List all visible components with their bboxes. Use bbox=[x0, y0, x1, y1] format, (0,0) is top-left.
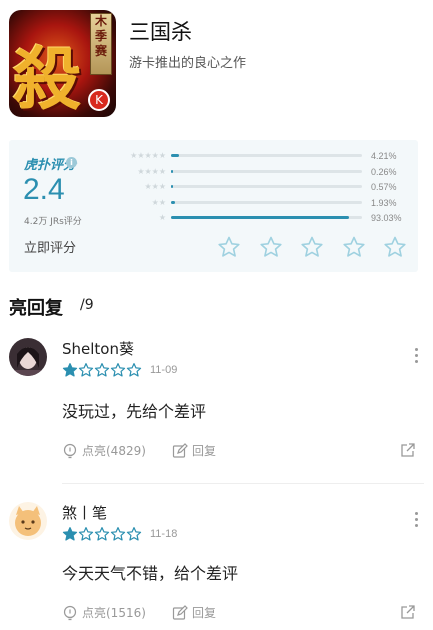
lightbulb-icon bbox=[63, 443, 77, 458]
comment-username[interactable]: 煞丨笔 bbox=[62, 502, 107, 523]
avatar[interactable] bbox=[9, 502, 47, 540]
edit-icon bbox=[172, 604, 188, 620]
comment-content: 今天天气不错，给个差评 bbox=[62, 564, 239, 583]
rating-count: 4.2万 JRs评分 bbox=[24, 217, 82, 227]
comment-actions: 点亮(1516) 回复 bbox=[62, 604, 424, 624]
distribution-bar-track bbox=[171, 185, 362, 188]
rate-now-label: 立即评分 bbox=[24, 241, 77, 256]
distribution-bar-fill bbox=[171, 216, 349, 219]
distribution-stars: ★★★★ bbox=[137, 166, 166, 176]
distribution-percent: 1.93% bbox=[371, 197, 397, 208]
share-icon[interactable] bbox=[400, 442, 416, 458]
rating-card: 虎扑评分 i 2.4 4.2万 JRs评分 立即评分 ★★★★★ 4.21% ★★★… bbox=[9, 140, 418, 272]
distribution-stars: ★ bbox=[158, 213, 166, 222]
like-button[interactable]: 点亮(4829) bbox=[62, 442, 146, 459]
star-empty-icon bbox=[110, 527, 126, 541]
star-empty-icon bbox=[94, 527, 110, 541]
app-icon[interactable]: 木 季 赛 殺 K bbox=[9, 10, 116, 117]
section-title: 亮回复 bbox=[9, 298, 63, 319]
distribution-percent: 0.26% bbox=[371, 166, 397, 177]
like-label: 点亮(4829) bbox=[82, 444, 146, 458]
like-button[interactable]: 点亮(1516) bbox=[62, 604, 146, 621]
more-icon[interactable] bbox=[413, 512, 419, 530]
comment-username[interactable]: Shelton葵 bbox=[62, 338, 134, 359]
lightbulb-icon bbox=[63, 605, 77, 620]
rate-star-5-icon[interactable] bbox=[383, 235, 407, 259]
distribution-percent: 0.57% bbox=[371, 182, 397, 192]
star-empty-icon bbox=[78, 363, 94, 377]
comment-rating: 11-18 bbox=[62, 526, 177, 542]
rate-star-2-icon[interactable] bbox=[259, 235, 283, 259]
like-label: 点亮(1516) bbox=[82, 606, 146, 620]
distribution-bar-fill bbox=[171, 169, 173, 173]
distribution-row: ★★ 1.93% bbox=[109, 197, 409, 209]
app-header: 木 季 赛 殺 K 三国杀 游卡推出的良心之作 bbox=[9, 10, 424, 122]
icon-glyph: 殺 bbox=[13, 40, 82, 117]
distribution-bar-track bbox=[171, 169, 362, 173]
distribution-bar-track bbox=[171, 154, 362, 157]
distribution-bar-fill bbox=[171, 200, 175, 204]
distribution-percent: 4.21% bbox=[371, 151, 397, 161]
distribution-percent: 93.03% bbox=[371, 213, 402, 223]
reply-label: 回复 bbox=[192, 444, 217, 458]
divider bbox=[62, 483, 424, 484]
distribution-bar-fill bbox=[171, 154, 180, 157]
star-empty-icon bbox=[78, 527, 94, 541]
distribution-row: ★★★★★ 4.21% bbox=[109, 150, 409, 162]
comment-item: 煞丨笔 11-18 今天天气不错，给个差评 点亮(1516) 回复 bbox=[9, 502, 424, 630]
distribution-stars: ★★ bbox=[151, 197, 166, 207]
distribution-row: ★ 93.03% bbox=[109, 212, 409, 224]
star-empty-icon bbox=[126, 363, 142, 377]
rate-stars bbox=[217, 235, 407, 259]
star-empty-icon bbox=[94, 363, 110, 377]
section-count: /9 bbox=[80, 297, 94, 313]
icon-badge: K bbox=[88, 89, 110, 111]
comment-date: 11-09 bbox=[150, 364, 178, 376]
edit-icon bbox=[172, 442, 188, 458]
distribution-stars: ★★★★★ bbox=[130, 151, 166, 160]
reply-button[interactable]: 回复 bbox=[172, 604, 216, 621]
comment-item: Shelton葵 11-09 没玩过，先给个差评 点亮(4829) 回复 bbox=[9, 338, 424, 468]
star-filled-icon bbox=[62, 363, 78, 377]
more-icon[interactable] bbox=[413, 348, 419, 366]
icon-scroll: 木 季 赛 bbox=[90, 13, 112, 75]
info-icon[interactable]: i bbox=[66, 157, 77, 168]
rate-star-4-icon[interactable] bbox=[342, 235, 366, 259]
distribution-row: ★★★★ 0.26% bbox=[109, 166, 409, 178]
rate-star-3-icon[interactable] bbox=[300, 235, 324, 259]
reply-button[interactable]: 回复 bbox=[172, 442, 216, 459]
rating-score: 2.4 bbox=[23, 173, 65, 206]
comment-content: 没玩过，先给个差评 bbox=[62, 402, 207, 421]
star-empty-icon bbox=[126, 527, 142, 541]
distribution-bar-fill bbox=[171, 185, 173, 188]
comment-actions: 点亮(4829) 回复 bbox=[62, 442, 424, 462]
distribution-bar-track bbox=[171, 216, 362, 219]
distribution-stars: ★★★ bbox=[144, 182, 166, 191]
distribution-bar-track bbox=[171, 200, 362, 204]
comment-date: 11-18 bbox=[150, 528, 178, 540]
app-title: 三国杀 bbox=[129, 20, 192, 44]
comment-rating: 11-09 bbox=[62, 362, 177, 378]
rate-star-1-icon[interactable] bbox=[217, 235, 241, 259]
app-subtitle: 游卡推出的良心之作 bbox=[129, 56, 247, 71]
share-icon[interactable] bbox=[400, 604, 416, 620]
reply-label: 回复 bbox=[192, 606, 217, 620]
star-filled-icon bbox=[62, 527, 78, 541]
avatar[interactable] bbox=[9, 338, 47, 376]
star-empty-icon bbox=[110, 363, 126, 377]
distribution-row: ★★★ 0.57% bbox=[109, 181, 409, 193]
